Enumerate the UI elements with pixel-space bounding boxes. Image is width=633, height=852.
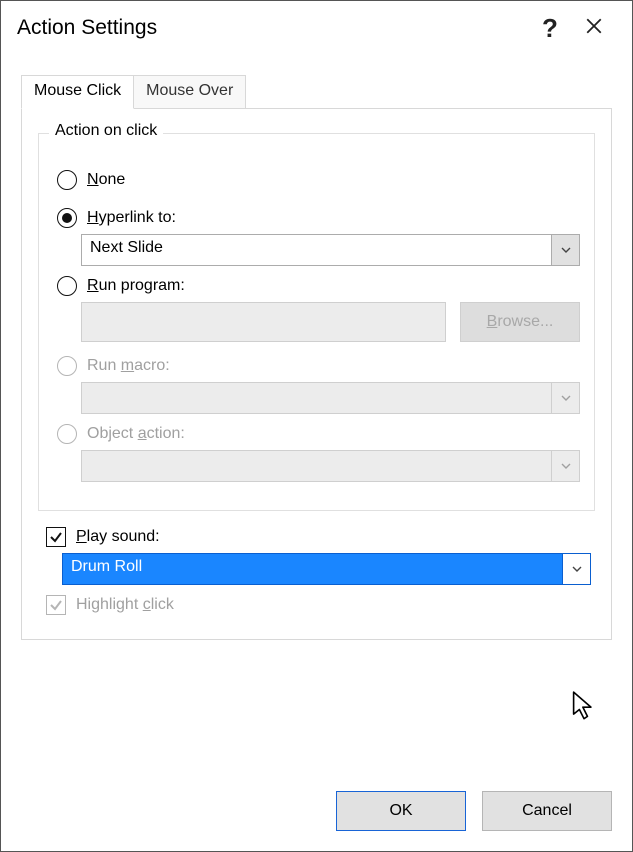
- cursor-icon: [571, 691, 597, 725]
- dialog-content: Mouse Click Mouse Over Action on click N…: [1, 55, 632, 640]
- radio-icon: [57, 170, 77, 190]
- checkbox-highlight-click: Highlight click: [46, 595, 591, 615]
- play-sound-combo[interactable]: Drum Roll: [62, 553, 591, 585]
- run-macro-combo: [81, 382, 580, 414]
- dialog-title: Action Settings: [17, 16, 528, 40]
- radio-object-action-label: Object action:: [87, 425, 185, 443]
- highlight-click-label: Highlight click: [76, 596, 174, 614]
- browse-button: Browse...: [460, 302, 580, 342]
- play-sound-sub: Drum Roll: [62, 553, 591, 585]
- tab-label: Mouse Over: [146, 82, 233, 99]
- run-macro-sub: [81, 382, 580, 414]
- tab-mouse-over[interactable]: Mouse Over: [133, 75, 246, 109]
- object-action-sub: [81, 450, 580, 482]
- browse-label: Browse...: [487, 313, 554, 331]
- help-icon: ?: [542, 13, 558, 44]
- combo-value: Drum Roll: [63, 554, 562, 584]
- button-label: Cancel: [522, 802, 572, 820]
- play-sound-label: Play sound:: [76, 528, 160, 546]
- group-legend: Action on click: [49, 122, 163, 140]
- chevron-down-icon[interactable]: [551, 235, 579, 265]
- combo-value: [82, 383, 551, 413]
- dialog-footer: OK Cancel: [336, 791, 612, 831]
- hyperlink-to-combo[interactable]: Next Slide: [81, 234, 580, 266]
- ok-button[interactable]: OK: [336, 791, 466, 831]
- radio-hyperlink-to[interactable]: Hyperlink to:: [57, 208, 580, 228]
- tab-strip: Mouse Click Mouse Over: [21, 75, 612, 109]
- tab-mouse-click[interactable]: Mouse Click: [21, 75, 134, 109]
- checkbox-play-sound[interactable]: Play sound:: [46, 527, 591, 547]
- checkbox-icon: [46, 595, 66, 615]
- help-button[interactable]: ?: [528, 10, 572, 46]
- hyperlink-sub: Next Slide: [81, 234, 580, 266]
- chevron-down-icon: [551, 383, 579, 413]
- radio-none[interactable]: None: [57, 170, 580, 190]
- tab-panel: Action on click None Hyperlink to: Next …: [21, 108, 612, 640]
- below-group: Play sound: Drum Roll Highlight cl: [38, 527, 595, 615]
- radio-icon: [57, 424, 77, 444]
- group-action-on-click: Action on click None Hyperlink to: Next …: [38, 133, 595, 511]
- cancel-button[interactable]: Cancel: [482, 791, 612, 831]
- radio-run-program[interactable]: Run program:: [57, 276, 580, 296]
- tab-label: Mouse Click: [34, 82, 121, 99]
- chevron-down-icon: [551, 451, 579, 481]
- radio-run-program-label: Run program:: [87, 277, 185, 295]
- close-icon: [585, 15, 603, 41]
- radio-icon: [57, 356, 77, 376]
- action-settings-dialog: Action Settings ? Mouse Click Mouse Over…: [0, 0, 633, 852]
- radio-icon: [57, 276, 77, 296]
- run-program-path-input: [81, 302, 446, 342]
- combo-value: [82, 451, 551, 481]
- radio-icon: [57, 208, 77, 228]
- chevron-down-icon[interactable]: [562, 554, 590, 584]
- radio-hyperlink-label: Hyperlink to:: [87, 209, 176, 227]
- radio-run-macro-label: Run macro:: [87, 357, 170, 375]
- button-label: OK: [389, 802, 412, 820]
- run-program-sub: Browse...: [81, 302, 580, 342]
- combo-value: Next Slide: [82, 235, 551, 265]
- object-action-combo: [81, 450, 580, 482]
- close-button[interactable]: [572, 10, 616, 46]
- radio-run-macro: Run macro:: [57, 356, 580, 376]
- checkbox-icon: [46, 527, 66, 547]
- radio-object-action: Object action:: [57, 424, 580, 444]
- radio-none-label: None: [87, 171, 125, 189]
- titlebar: Action Settings ?: [1, 1, 632, 55]
